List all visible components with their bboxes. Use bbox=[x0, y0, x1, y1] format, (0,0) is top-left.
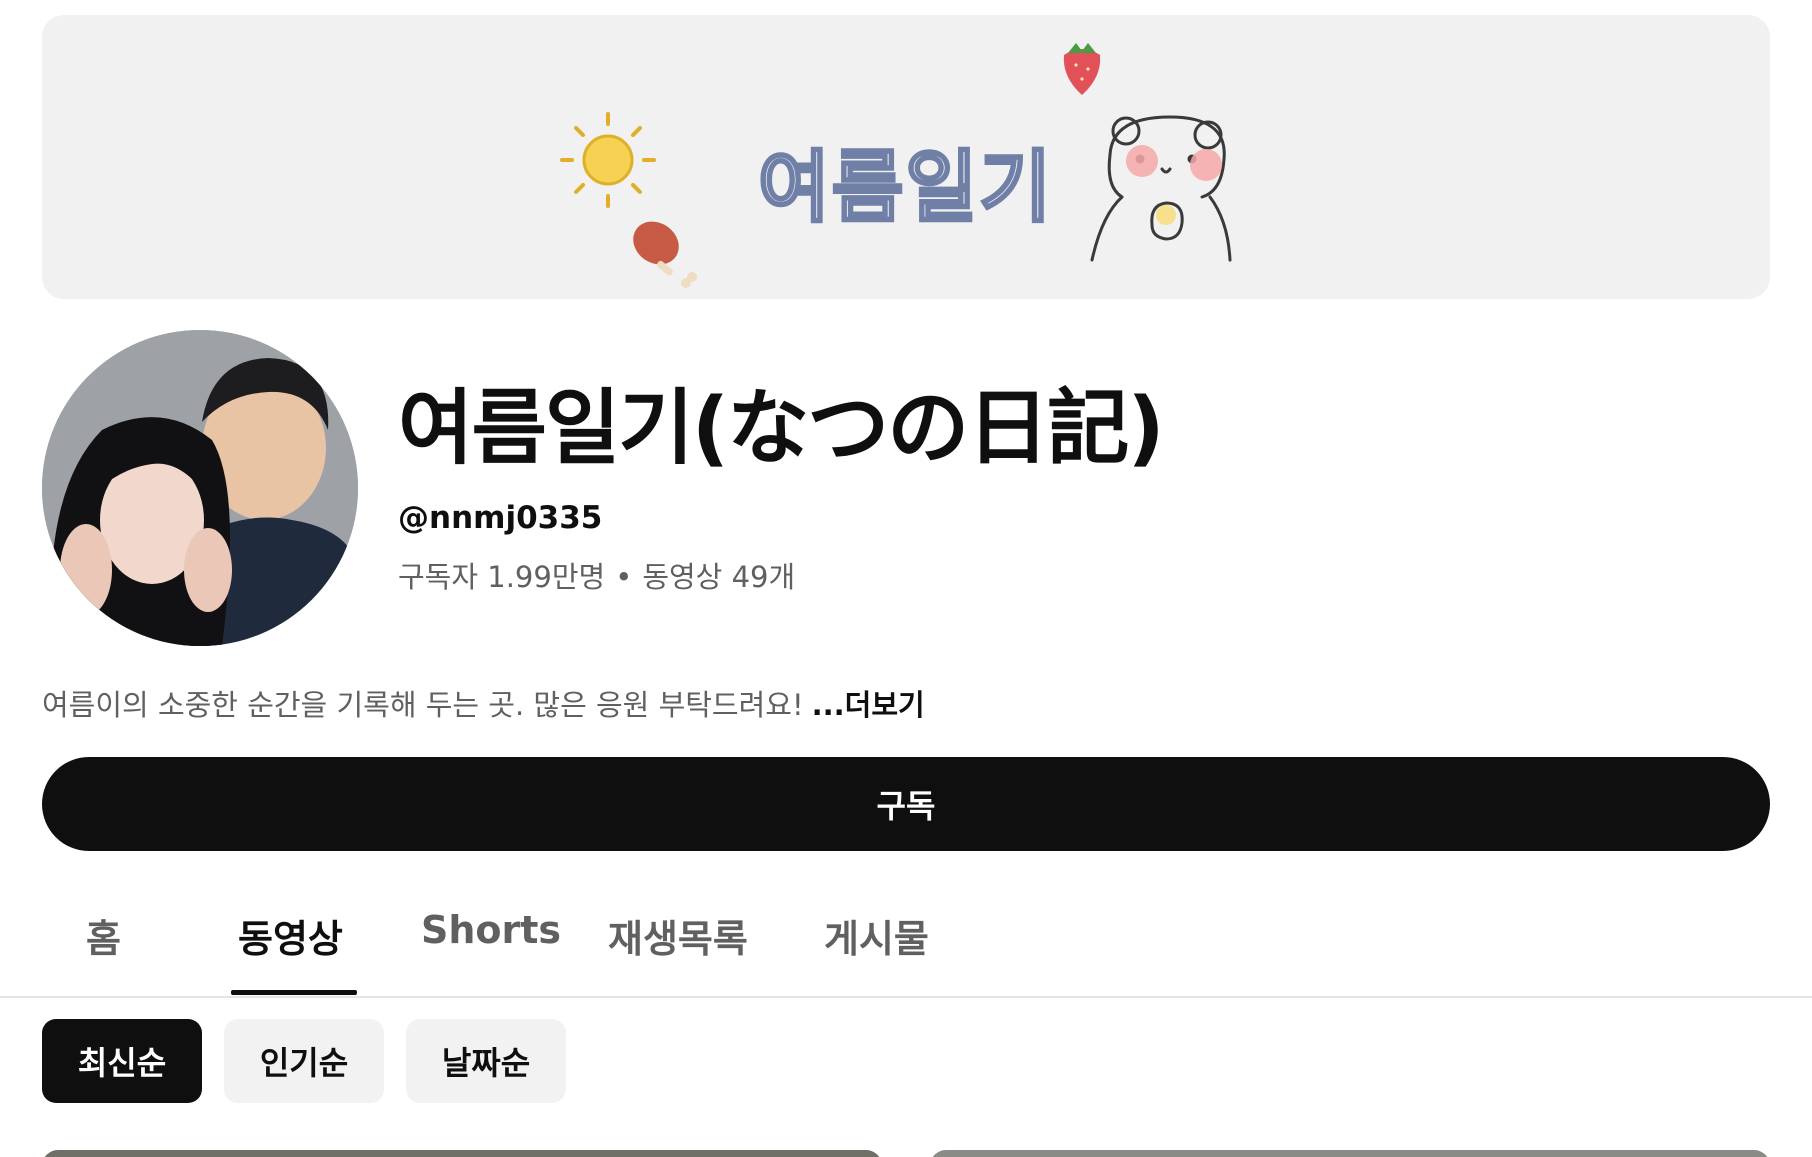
video-thumbnail[interactable] bbox=[42, 1150, 882, 1157]
strawberry-icon bbox=[1063, 43, 1101, 95]
tab-videos[interactable]: 동영상 bbox=[238, 908, 343, 998]
channel-handle: @nnmj0335 bbox=[398, 500, 603, 536]
chick-icon bbox=[1156, 205, 1176, 225]
channel-avatar[interactable] bbox=[42, 330, 358, 646]
channel-description[interactable]: 여름이의 소중한 순간을 기록해 두는 곳. 많은 응원 부탁드려요! ...더보… bbox=[42, 682, 925, 724]
tab-playlists[interactable]: 재생목록 bbox=[608, 908, 748, 998]
subscribe-button[interactable]: 구독 bbox=[42, 757, 1770, 851]
channel-banner: 여름일기 bbox=[42, 15, 1770, 299]
channel-name: 여름일기(なつの日記) bbox=[398, 381, 1165, 476]
drumstick-icon bbox=[633, 221, 697, 288]
channel-stats: 구독자 1.99만명 • 동영상 49개 bbox=[398, 554, 795, 596]
video-thumbnail[interactable] bbox=[930, 1150, 1770, 1157]
tab-posts[interactable]: 게시물 bbox=[824, 908, 929, 998]
tab-home[interactable]: 홈 bbox=[86, 908, 121, 998]
more-link[interactable]: ...더보기 bbox=[812, 688, 925, 722]
bear-illustration bbox=[1090, 115, 1232, 262]
tab-shorts[interactable]: Shorts bbox=[421, 908, 561, 998]
chip-popular[interactable]: 인기순 bbox=[224, 1019, 384, 1103]
chip-oldest[interactable]: 날짜순 bbox=[406, 1019, 566, 1103]
bear-cheek-left bbox=[1126, 145, 1158, 177]
avatar-photo bbox=[42, 330, 358, 646]
description-text: 여름이의 소중한 순간을 기록해 두는 곳. 많은 응원 부탁드려요! bbox=[42, 688, 804, 722]
channel-tabs: 홈 동영상 Shorts 재생목록 게시물 bbox=[0, 880, 1812, 998]
bear-cheek-right bbox=[1190, 149, 1222, 181]
banner-title: 여름일기 bbox=[756, 142, 1054, 235]
chip-latest[interactable]: 최신순 bbox=[42, 1019, 202, 1103]
stats-separator: • bbox=[615, 560, 633, 594]
subscriber-count: 구독자 1.99만명 bbox=[398, 560, 606, 594]
active-tab-indicator bbox=[231, 990, 357, 995]
video-count: 동영상 49개 bbox=[642, 560, 796, 594]
sun-icon bbox=[560, 112, 656, 208]
